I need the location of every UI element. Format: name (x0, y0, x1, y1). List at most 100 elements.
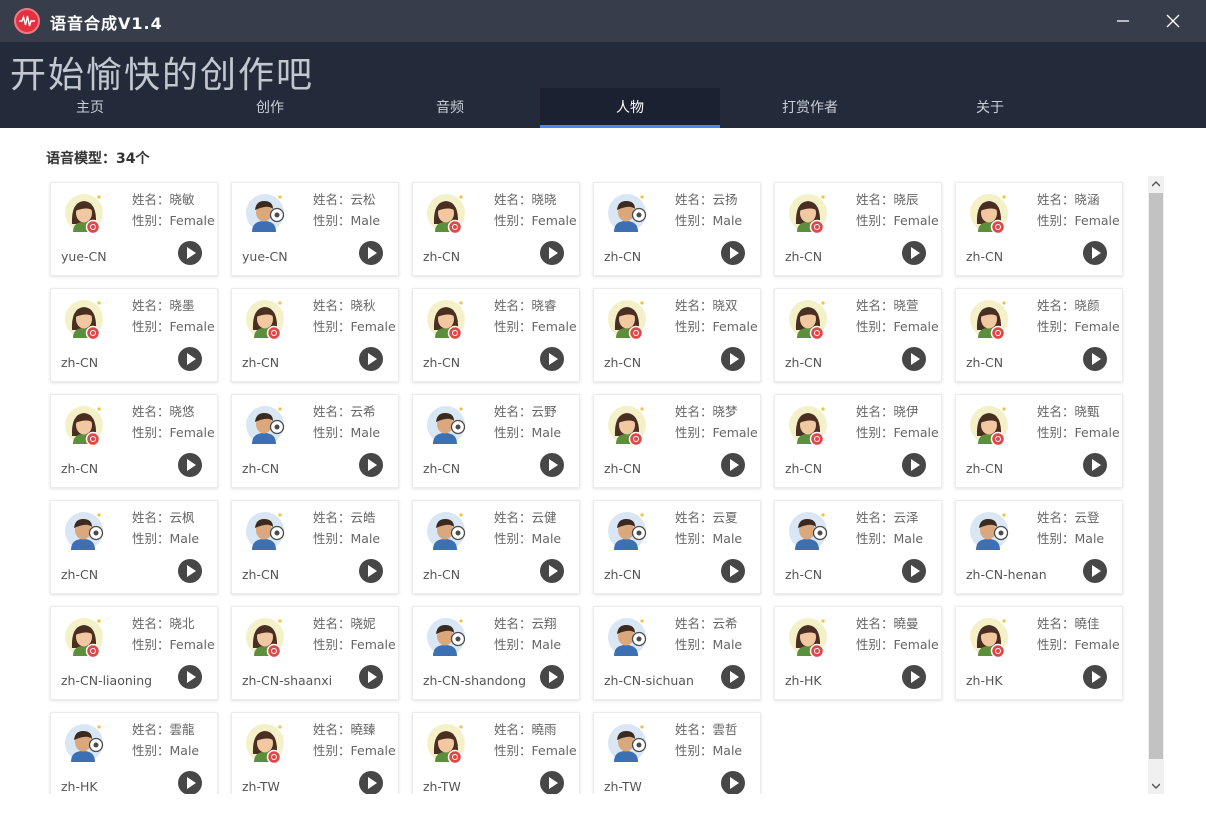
name-value: 云皓 (350, 510, 376, 525)
scroll-up-button[interactable] (1148, 176, 1164, 192)
voice-card[interactable]: 姓名：晓睿 性别：Female zh-CN (412, 288, 580, 382)
play-button[interactable] (1083, 453, 1107, 477)
tab-create[interactable]: 创作 (180, 88, 360, 128)
play-button[interactable] (540, 771, 564, 794)
play-button[interactable] (721, 559, 745, 583)
play-button[interactable] (178, 347, 202, 371)
male-avatar-icon (425, 404, 469, 448)
play-button[interactable] (178, 771, 202, 794)
voice-locale: zh-CN (423, 567, 461, 582)
voice-card[interactable]: 姓名：云松 性别：Male yue-CN (231, 182, 399, 276)
voice-card[interactable]: 姓名：云皓 性别：Male zh-CN (231, 500, 399, 594)
play-button[interactable] (902, 453, 926, 477)
voice-card[interactable]: 姓名：晓萱 性别：Female zh-CN (774, 288, 942, 382)
voice-card[interactable]: 姓名：云夏 性别：Male zh-CN (593, 500, 761, 594)
voice-card[interactable]: 姓名：晓北 性别：Female zh-CN-liaoning (50, 606, 218, 700)
voice-info: 姓名：晓双 性别：Female (675, 295, 758, 337)
voice-card[interactable]: 姓名：曉臻 性别：Female zh-TW (231, 712, 399, 794)
name-value: 晓北 (169, 616, 195, 631)
play-button[interactable] (902, 559, 926, 583)
voice-card[interactable]: 姓名：晓甄 性别：Female zh-CN (955, 394, 1123, 488)
scrollbar[interactable] (1148, 176, 1164, 794)
scroll-thumb[interactable] (1149, 193, 1163, 759)
play-button[interactable] (540, 559, 564, 583)
voice-card[interactable]: 姓名：云希 性别：Male zh-CN (231, 394, 399, 488)
play-button[interactable] (540, 241, 564, 265)
play-button[interactable] (540, 665, 564, 689)
voice-card[interactable]: 姓名：云登 性别：Male zh-CN-henan (955, 500, 1123, 594)
tab-about[interactable]: 关于 (900, 88, 1080, 128)
voice-card[interactable]: 姓名：晓涵 性别：Female zh-CN (955, 182, 1123, 276)
voice-card[interactable]: 姓名：晓晓 性别：Female zh-CN (412, 182, 580, 276)
play-button[interactable] (359, 771, 383, 794)
voice-card[interactable]: 姓名：晓悠 性别：Female zh-CN (50, 394, 218, 488)
voice-card[interactable]: 姓名：曉曼 性别：Female zh-HK (774, 606, 942, 700)
voice-card[interactable]: 姓名：曉佳 性别：Female zh-HK (955, 606, 1123, 700)
voice-card[interactable]: 姓名：云野 性别：Male zh-CN (412, 394, 580, 488)
tab-home[interactable]: 主页 (0, 88, 180, 128)
voice-card[interactable]: 姓名：雲哲 性别：Male zh-TW (593, 712, 761, 794)
play-button[interactable] (359, 665, 383, 689)
voice-card[interactable]: 姓名：晓颜 性别：Female zh-CN (955, 288, 1123, 382)
voice-card[interactable]: 姓名：雲龍 性别：Male zh-HK (50, 712, 218, 794)
play-button[interactable] (1083, 347, 1107, 371)
voice-card[interactable]: 姓名：晓秋 性别：Female zh-CN (231, 288, 399, 382)
play-button[interactable] (178, 241, 202, 265)
name-value: 晓悠 (169, 404, 195, 419)
voice-name: 姓名：晓悠 (132, 401, 215, 422)
voice-card[interactable]: 姓名：晓双 性别：Female zh-CN (593, 288, 761, 382)
voice-card[interactable]: 姓名：云泽 性别：Male zh-CN (774, 500, 942, 594)
voice-locale: zh-TW (604, 779, 642, 794)
play-button[interactable] (359, 241, 383, 265)
gender-label: 性别： (1037, 425, 1075, 440)
play-button[interactable] (540, 347, 564, 371)
tab-audio[interactable]: 音频 (360, 88, 540, 128)
play-button[interactable] (1083, 241, 1107, 265)
play-button[interactable] (721, 453, 745, 477)
name-value: 云夏 (712, 510, 738, 525)
voice-gender: 性别：Female (675, 422, 758, 443)
voice-card[interactable]: 姓名：曉雨 性别：Female zh-TW (412, 712, 580, 794)
play-button[interactable] (721, 241, 745, 265)
play-button[interactable] (359, 453, 383, 477)
voice-card[interactable]: 姓名：云翔 性别：Male zh-CN-shandong (412, 606, 580, 700)
play-button[interactable] (359, 347, 383, 371)
tab-donate[interactable]: 打赏作者 (720, 88, 900, 128)
play-button[interactable] (178, 665, 202, 689)
minimize-button[interactable] (1100, 0, 1146, 42)
voice-card[interactable]: 姓名：晓辰 性别：Female zh-CN (774, 182, 942, 276)
scroll-down-button[interactable] (1148, 778, 1164, 794)
voice-card[interactable]: 姓名：晓伊 性别：Female zh-CN (774, 394, 942, 488)
voice-card[interactable]: 姓名：晓敏 性别：Female yue-CN (50, 182, 218, 276)
voice-card[interactable]: 姓名：晓墨 性别：Female zh-CN (50, 288, 218, 382)
play-button[interactable] (540, 453, 564, 477)
tab-characters[interactable]: 人物 (540, 88, 720, 128)
voice-card[interactable]: 姓名：晓妮 性别：Female zh-CN-shaanxi (231, 606, 399, 700)
play-button[interactable] (1083, 665, 1107, 689)
play-button[interactable] (902, 347, 926, 371)
play-button[interactable] (359, 559, 383, 583)
play-button[interactable] (721, 665, 745, 689)
gender-value: Female (712, 425, 758, 440)
voice-card[interactable]: 姓名：云希 性别：Male zh-CN-sichuan (593, 606, 761, 700)
voice-card[interactable]: 姓名：晓梦 性别：Female zh-CN (593, 394, 761, 488)
gender-label: 性别： (675, 531, 713, 546)
play-button[interactable] (721, 347, 745, 371)
play-button[interactable] (902, 241, 926, 265)
play-button[interactable] (178, 559, 202, 583)
chevron-down-icon (1152, 783, 1160, 789)
play-button[interactable] (721, 771, 745, 794)
voice-card[interactable]: 姓名：云扬 性别：Male zh-CN (593, 182, 761, 276)
voice-card[interactable]: 姓名：云健 性别：Male zh-CN (412, 500, 580, 594)
play-button[interactable] (1083, 559, 1107, 583)
voice-name: 姓名：晓秋 (313, 295, 396, 316)
close-button[interactable] (1150, 0, 1196, 42)
play-button[interactable] (902, 665, 926, 689)
play-button[interactable] (178, 453, 202, 477)
gender-value: Male (350, 213, 381, 228)
voice-name: 姓名：云野 (494, 401, 561, 422)
gender-value: Male (350, 425, 381, 440)
voice-card[interactable]: 姓名：云枫 性别：Male zh-CN (50, 500, 218, 594)
voice-info: 姓名：云翔 性别：Male (494, 613, 561, 655)
voice-info: 姓名：云枫 性别：Male (132, 507, 199, 549)
